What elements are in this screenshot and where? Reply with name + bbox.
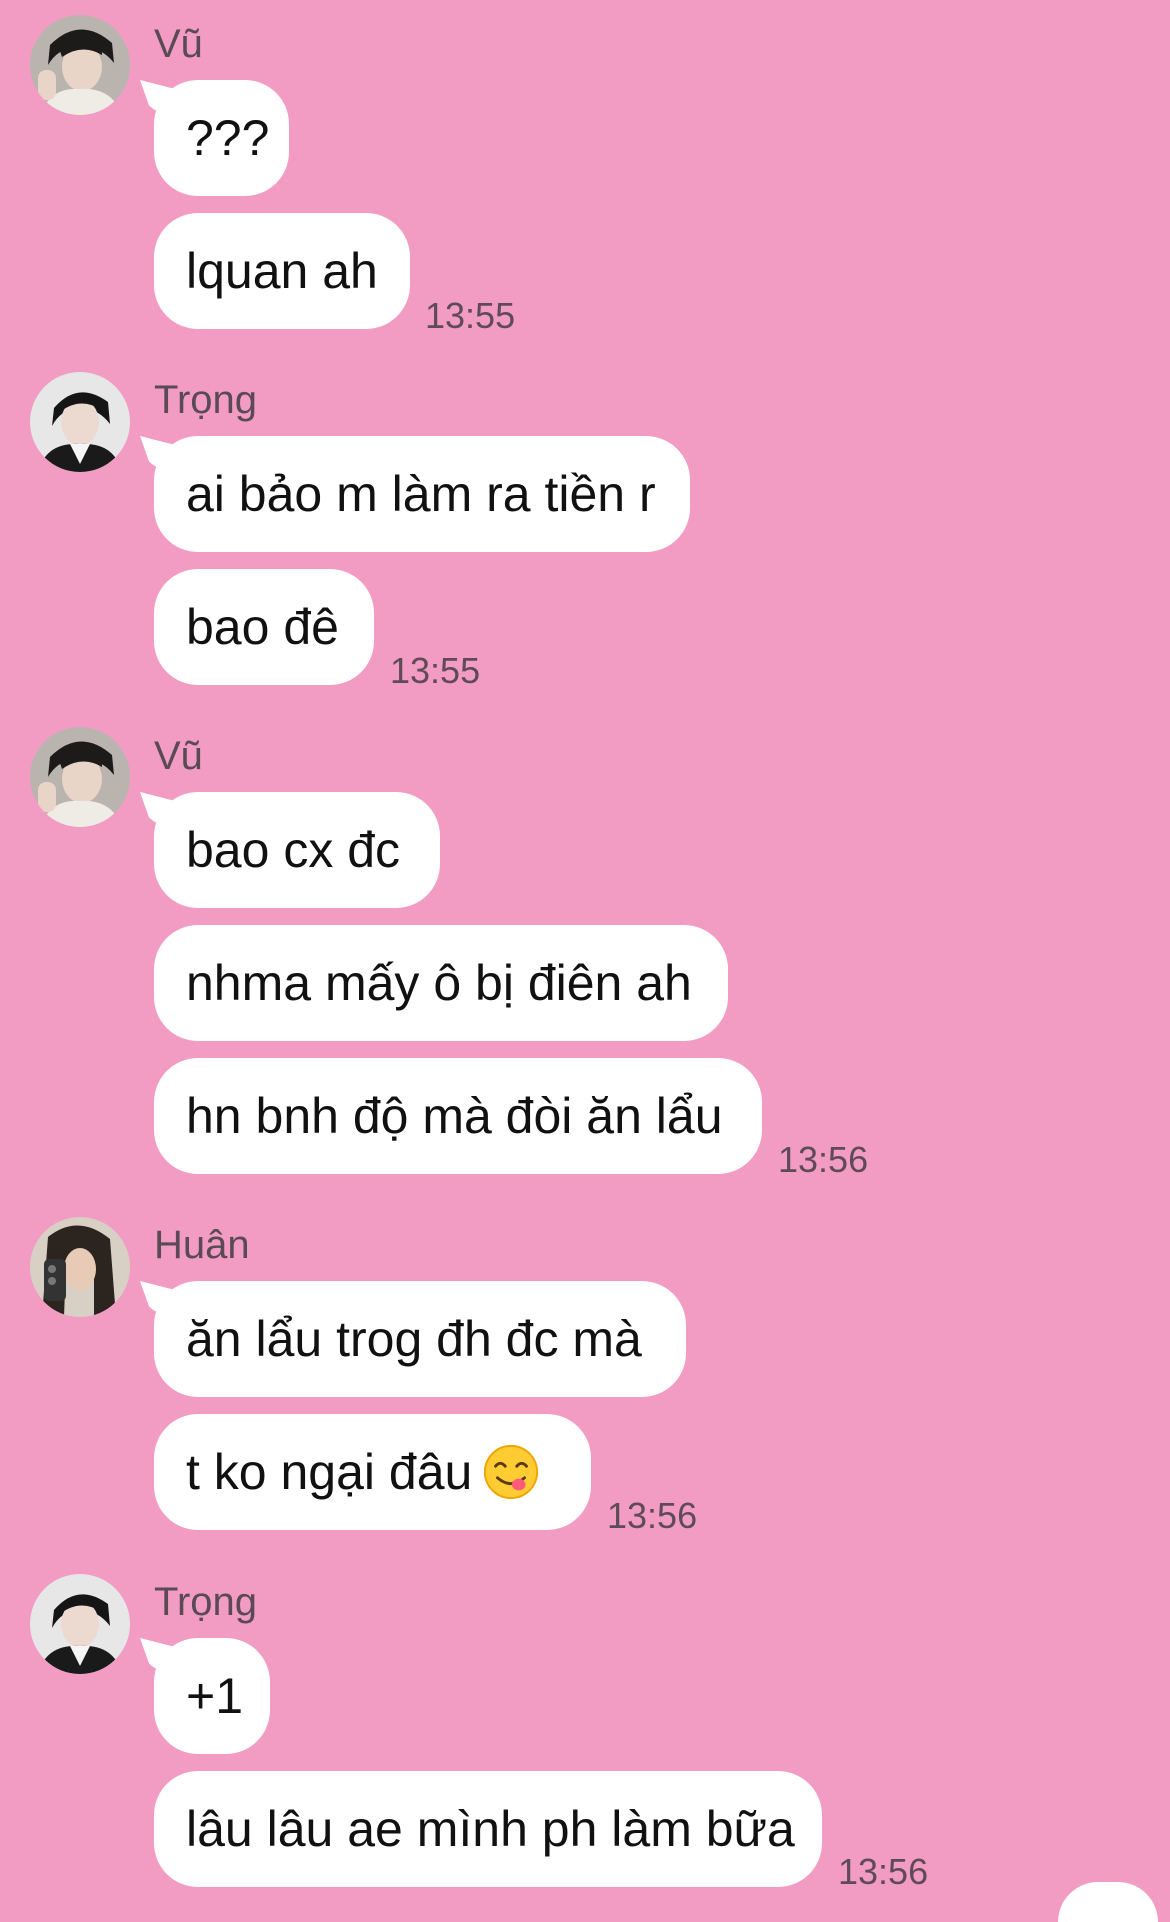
message-bubble[interactable]: ai bảo m làm ra tiền r [154, 436, 690, 552]
avatar[interactable] [30, 1217, 130, 1317]
message-bubble[interactable]: bao đê [154, 569, 374, 685]
sender-name: Trọng [154, 378, 258, 422]
timestamp: 13:56 [838, 1851, 929, 1892]
timestamp: 13:55 [425, 295, 516, 336]
avatar[interactable] [30, 727, 130, 827]
timestamp: 13:55 [390, 650, 481, 691]
sender-name: Vũ [154, 734, 203, 778]
message-text: t ko ngại đâu [186, 1444, 473, 1500]
portrait-huan-icon [30, 1217, 130, 1317]
message-bubble[interactable]: nhma mấy ô bị điên ah [154, 925, 728, 1041]
avatar[interactable] [30, 372, 130, 472]
chat-thread[interactable]: Vũ ??? lquan ah 13:55 Trọng ai bảo m làm… [0, 0, 1170, 1922]
message-bubble[interactable]: t ko ngại đâu [154, 1414, 591, 1530]
sender-name: Trọng [154, 1580, 258, 1624]
message-bubble[interactable]: bao cx đc [154, 792, 440, 908]
avatar[interactable] [30, 1574, 130, 1674]
message-bubble[interactable]: ??? [154, 80, 289, 196]
message-bubble[interactable]: lquan ah [154, 213, 410, 329]
portrait-vu-icon [30, 15, 130, 115]
yum-face-emoji-icon [484, 1444, 539, 1499]
partial-message-bubble [1058, 1882, 1158, 1922]
portrait-trong-icon [30, 372, 130, 472]
sender-name: Vũ [154, 22, 203, 66]
message-bubble[interactable]: lâu lâu ae mình ph làm bữa [154, 1771, 822, 1887]
timestamp: 13:56 [607, 1495, 698, 1536]
message-bubble[interactable]: +1 [154, 1638, 270, 1754]
sender-name: Huân [154, 1223, 250, 1267]
avatar[interactable] [30, 15, 130, 115]
message-bubble[interactable]: ăn lẩu trog đh đc mà [154, 1281, 686, 1397]
timestamp: 13:56 [778, 1139, 869, 1180]
portrait-vu-icon [30, 727, 130, 827]
portrait-trong-icon [30, 1574, 130, 1674]
message-bubble[interactable]: hn bnh độ mà đòi ăn lẩu [154, 1058, 762, 1174]
